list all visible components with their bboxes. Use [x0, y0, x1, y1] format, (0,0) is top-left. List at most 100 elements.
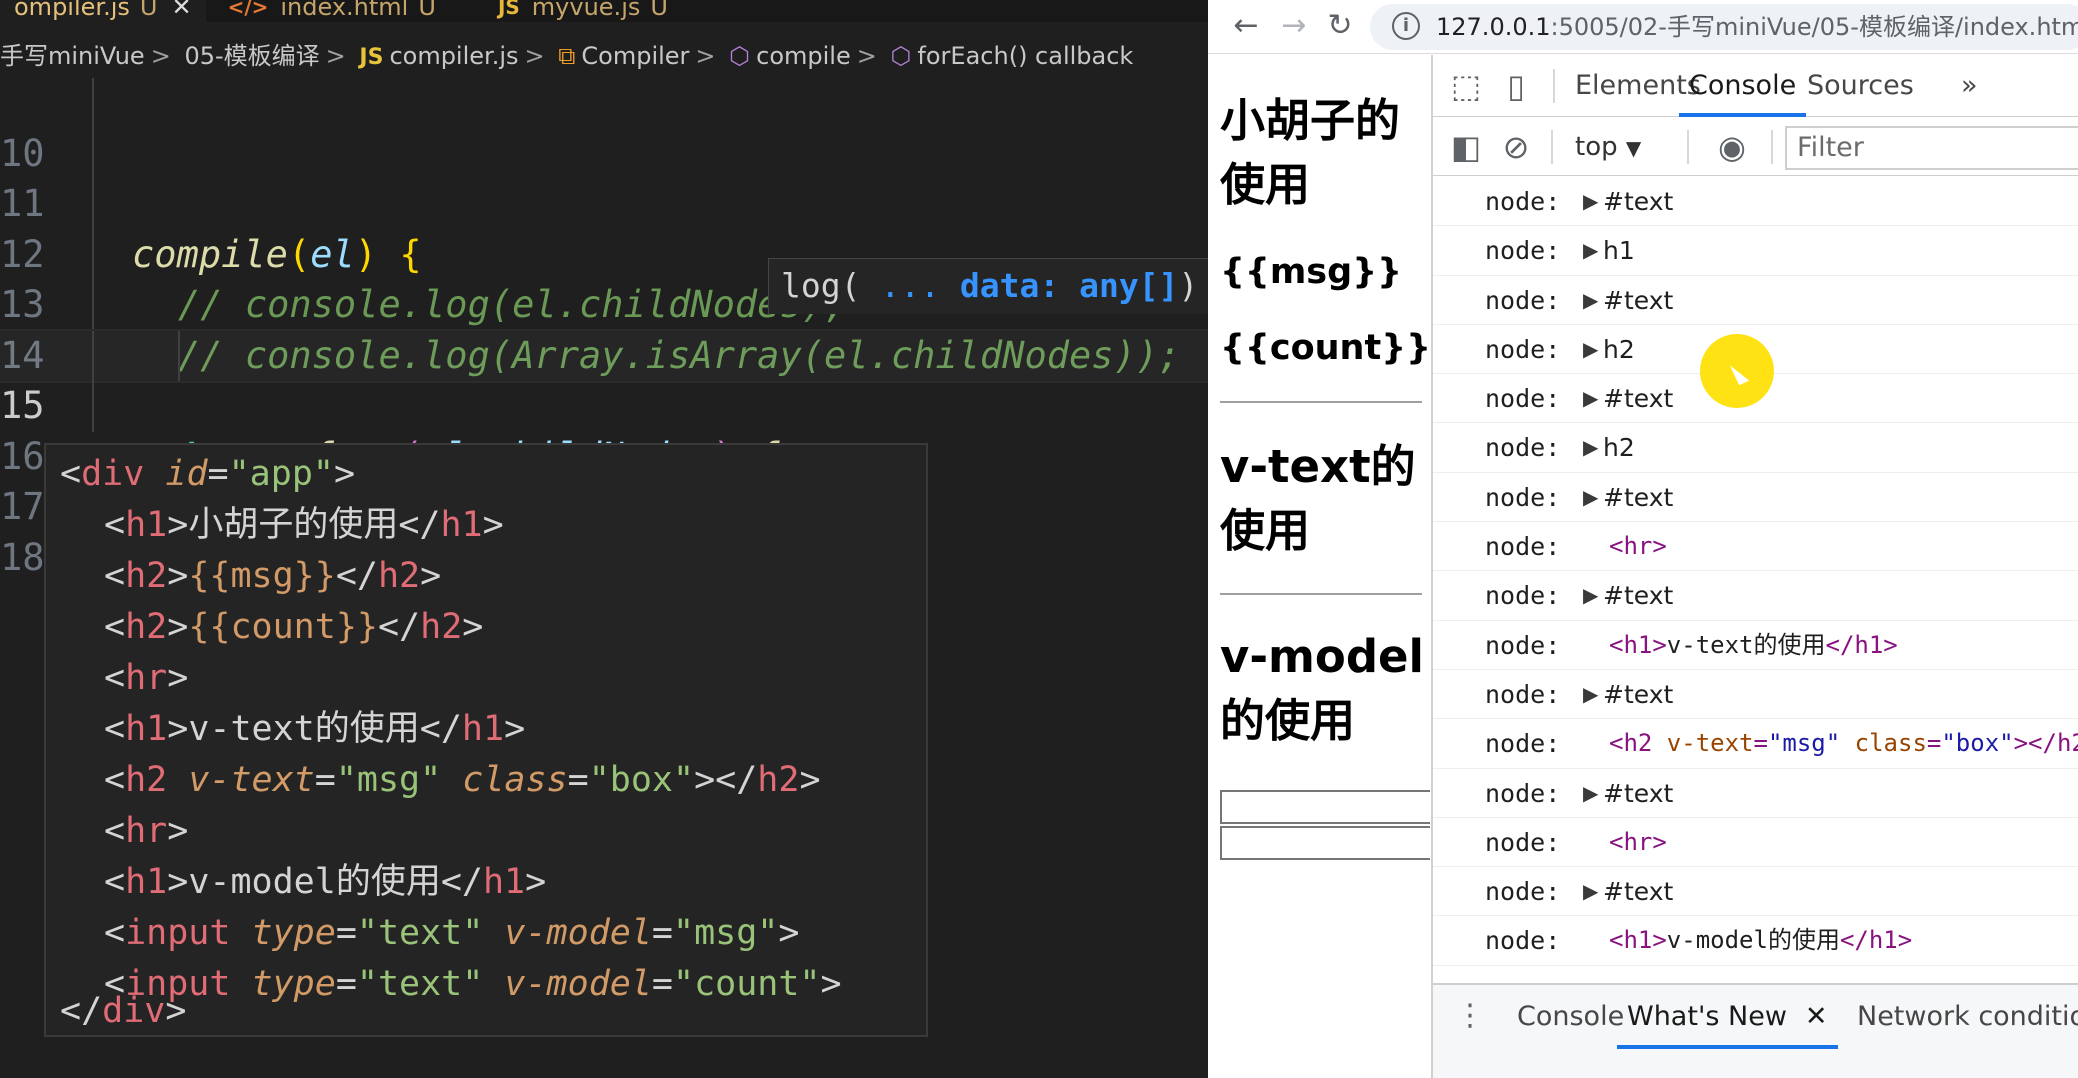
expand-triangle-icon[interactable]: ▶: [1583, 423, 1598, 472]
console-log-row[interactable]: node: ▶ #text: [1433, 571, 2078, 621]
code-editor[interactable]: ompiler.js U ✕ </> index.html U JS myvue…: [0, 0, 1208, 1078]
html-snippet-overlay: <div id="app"> <h1>小胡子的使用</h1> <h2>{{msg…: [44, 443, 928, 1037]
parameter-hint-tooltip: log( ... data: any[]): [768, 258, 1208, 314]
url-text: 127.0.0.1:5005/02-手写miniVue/05-模板编译/inde…: [1436, 13, 2078, 41]
breadcrumb-item[interactable]: Compiler: [581, 42, 689, 70]
breadcrumb-item[interactable]: compiler.js: [389, 42, 518, 70]
tab-sources[interactable]: Sources: [1807, 55, 1914, 117]
modified-badge: U: [650, 0, 668, 21]
drawer-menu-icon[interactable]: ⋮: [1451, 997, 1489, 1035]
class-icon: ⧉: [558, 42, 576, 70]
snippet-line: <hr>: [104, 658, 189, 698]
breadcrumb-item[interactable]: forEach() callback: [917, 42, 1133, 70]
expand-triangle-icon[interactable]: ▶: [1583, 571, 1598, 620]
modified-badge: U: [418, 0, 436, 21]
rendered-page: 小胡子的使用 {{msg}} {{count}} v-text的使用 v-mod…: [1208, 55, 1430, 1078]
tab-compiler-js[interactable]: ompiler.js U ✕: [0, 0, 206, 22]
modified-badge: U: [139, 0, 158, 21]
tab-index-html[interactable]: </> index.html U: [214, 0, 450, 22]
console-log-row[interactable]: node: ▶ #text: [1433, 867, 2078, 917]
console-log-row[interactable]: node: <h1>v-text的使用</h1>: [1433, 621, 2078, 670]
drawer-tab-console[interactable]: Console: [1517, 985, 1624, 1049]
url-field[interactable]: i 127.0.0.1:5005/02-手写miniVue/05-模板编译/in…: [1370, 4, 2078, 50]
expand-triangle-icon[interactable]: ▶: [1583, 670, 1598, 719]
inspect-element-icon[interactable]: ⬚: [1447, 67, 1485, 105]
console-log-row[interactable]: node: ▶ #text: [1433, 769, 2078, 818]
eye-icon[interactable]: ◉: [1713, 128, 1751, 166]
code-line: 10 compile(el) {: [0, 78, 1208, 276]
address-bar: ← → ↻ i 127.0.0.1:5005/02-手写miniVue/05-模…: [1208, 0, 2078, 54]
forward-icon[interactable]: →: [1276, 6, 1312, 46]
snippet-line: <h1>小胡子的使用</h1>: [104, 505, 504, 545]
expand-triangle-icon[interactable]: ▶: [1583, 325, 1598, 374]
console-toolbar: ◧ ⊘ top ▼ ◉ Filter: [1433, 118, 2078, 176]
snippet-line: <div id="app">: [60, 454, 356, 494]
context-selector[interactable]: top ▼: [1575, 118, 1641, 176]
more-tabs-icon[interactable]: »: [1961, 55, 1978, 117]
breadcrumb-item[interactable]: compile: [756, 42, 851, 70]
info-icon[interactable]: i: [1392, 12, 1420, 40]
tab-myvue-js[interactable]: JS myvue.js U: [484, 0, 682, 22]
console-log-row[interactable]: node: ▶ #text: [1433, 276, 2078, 325]
count-input[interactable]: [1220, 826, 1430, 860]
clear-console-icon[interactable]: ⊘: [1497, 128, 1535, 166]
dropdown-arrow-icon: ▼: [1625, 136, 1642, 160]
console-log-row[interactable]: node: ▶ h2: [1433, 423, 2078, 473]
console-log-row[interactable]: node: ▶ #text: [1433, 473, 2078, 523]
close-icon[interactable]: ✕: [1805, 1001, 1828, 1032]
breadcrumb: 手写miniVue > 05-模板编译 > JS compiler.js > ⧉ Comp…: [0, 42, 1134, 70]
back-icon[interactable]: ←: [1228, 6, 1264, 46]
method-icon: ⬡: [890, 42, 912, 70]
console-log-row[interactable]: node: <hr>: [1433, 818, 2078, 868]
console-log-row[interactable]: node: <h1>v-model的使用</h1>: [1433, 916, 2078, 966]
msg-input[interactable]: [1220, 790, 1430, 824]
breadcrumb-item[interactable]: 手写miniVue: [0, 42, 145, 70]
snippet-line: <h1>v-text的使用</h1>: [104, 709, 526, 749]
expand-triangle-icon[interactable]: ▶: [1583, 276, 1598, 325]
code-line-current: 15 console.log("node:", node);: [0, 328, 1208, 579]
filter-input[interactable]: Filter: [1785, 126, 2078, 170]
tab-console[interactable]: Console: [1679, 55, 1807, 117]
console-log-list: node: ▶ #text node: ▶ h1 node: ▶ #text node: ▶ h…: [1433, 177, 2078, 966]
sidebar-toggle-icon[interactable]: ◧: [1447, 128, 1485, 166]
console-log-row[interactable]: node: ▶ #text: [1433, 670, 2078, 720]
snippet-line: <input type="text" v-model="count">: [104, 964, 842, 1004]
expand-triangle-icon[interactable]: ▶: [1583, 473, 1598, 522]
devtools-panel: ⬚ ▯ Elements Console Sources » ◧ ⊘ top ▼…: [1431, 55, 2078, 1078]
method-icon: ⬡: [729, 42, 751, 70]
expand-triangle-icon[interactable]: ▶: [1583, 374, 1598, 423]
snippet-line: <h2>{{count}}</h2>: [104, 607, 484, 647]
code-line: 16 }): [0, 381, 1208, 579]
snippet-line: <input type="text" v-model="msg">: [104, 913, 800, 953]
expand-triangle-icon[interactable]: ▶: [1583, 867, 1598, 916]
page-heading-vmodel: v-model的使用: [1220, 630, 1424, 747]
device-toolbar-icon[interactable]: ▯: [1497, 67, 1535, 105]
page-msg-text: {{msg}}: [1220, 252, 1403, 292]
snippet-line: <h2>{{msg}}</h2>: [104, 556, 442, 596]
line-number: 18: [0, 535, 45, 579]
browser-window: ← → ↻ i 127.0.0.1:5005/02-手写miniVue/05-模…: [1208, 0, 2078, 1078]
html-file-icon: </>: [227, 0, 269, 19]
js-file-icon: JS: [497, 0, 520, 19]
expand-triangle-icon[interactable]: ▶: [1583, 226, 1598, 275]
js-file-icon: JS: [359, 45, 384, 70]
page-heading-vtext: v-text的使用: [1220, 440, 1416, 557]
code-line: 11 // console.log(el.childNodes);: [0, 128, 1208, 326]
console-log-row[interactable]: node:<h2 v-text="msg" class="box"></h2>: [1433, 719, 2078, 769]
drawer-tab-whats-new[interactable]: What's New ✕: [1617, 985, 1838, 1049]
breadcrumb-item[interactable]: 05-模板编译: [184, 42, 319, 70]
console-log-row[interactable]: node: <hr>: [1433, 522, 2078, 572]
tab-label: ompiler.js: [14, 0, 130, 21]
divider: [1220, 401, 1422, 403]
expand-triangle-icon[interactable]: ▶: [1583, 769, 1598, 818]
page-heading-mustache: 小胡子的使用: [1220, 94, 1401, 211]
reload-icon[interactable]: ↻: [1322, 6, 1358, 46]
code-line: 12 // console.log(Array.isArray(el.child…: [0, 179, 1208, 377]
devtools-drawer: ⋮ Console What's New✕ Network condition: [1433, 983, 2078, 1078]
console-log-row[interactable]: node: ▶ #text: [1433, 177, 2078, 227]
close-icon[interactable]: ✕: [171, 0, 191, 19]
editor-tab-bar: ompiler.js U ✕ </> index.html U JS myvue…: [0, 0, 1208, 22]
console-log-row[interactable]: node: ▶ h1: [1433, 226, 2078, 276]
drawer-tab-network-conditions[interactable]: Network condition: [1857, 985, 2078, 1049]
expand-triangle-icon[interactable]: ▶: [1583, 177, 1598, 226]
